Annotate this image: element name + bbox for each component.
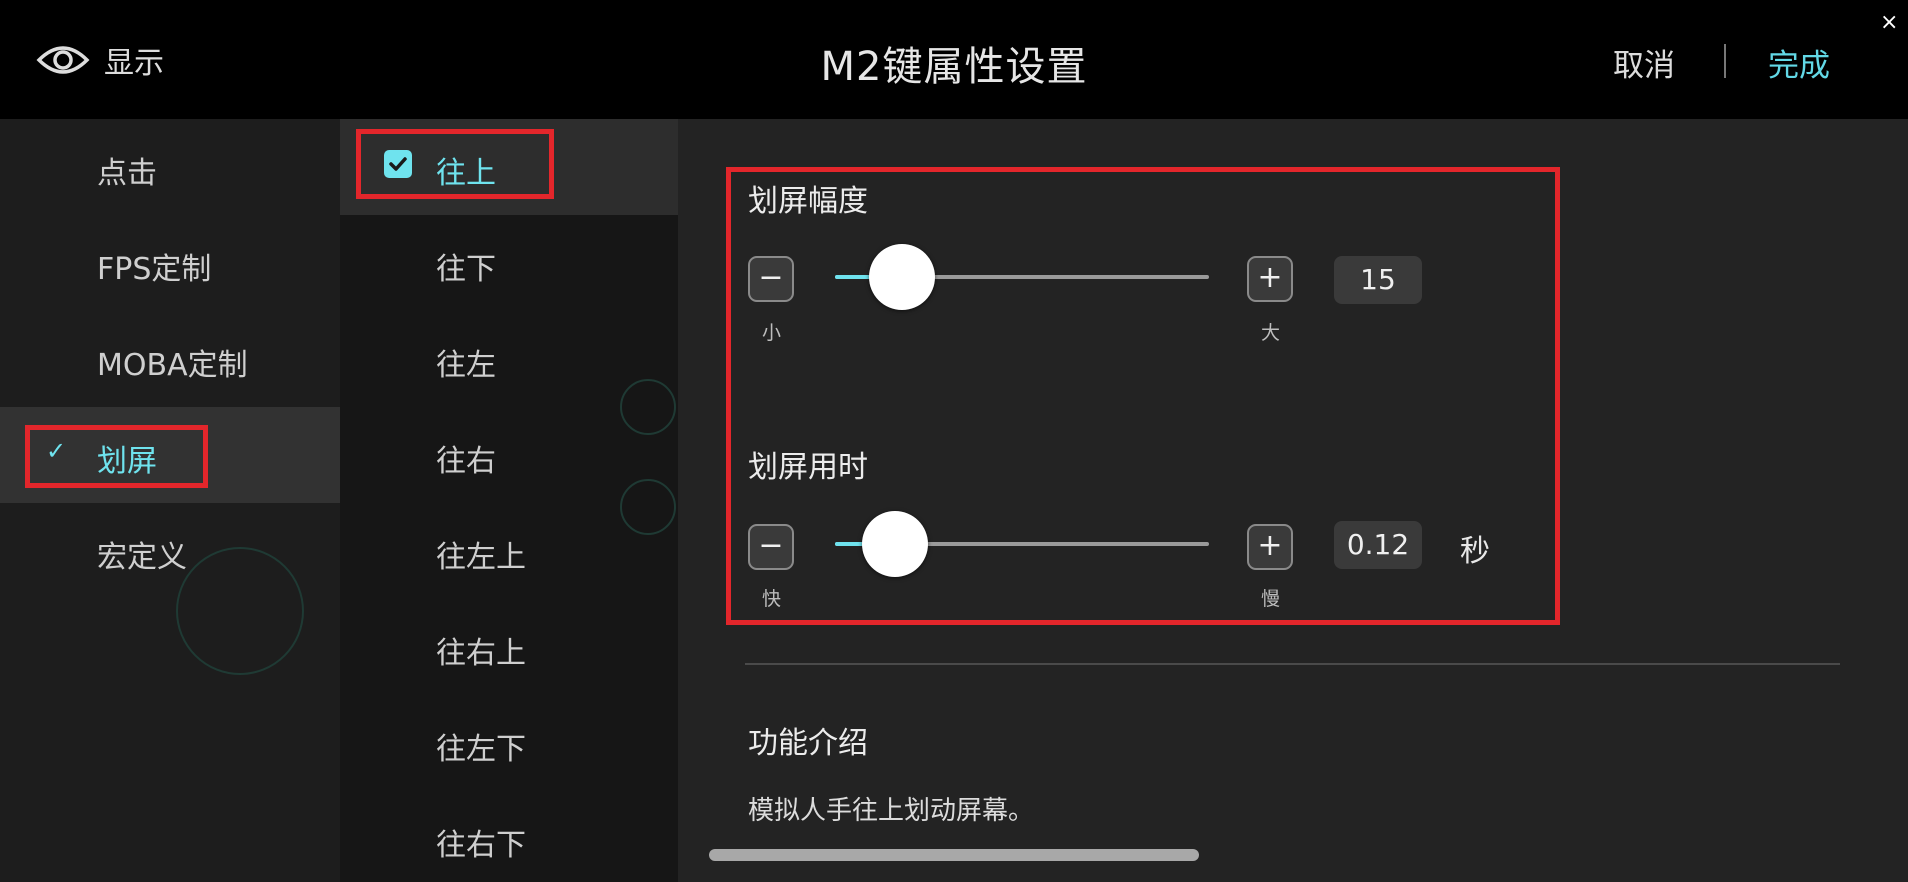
direction-item-label: 往右	[436, 444, 496, 479]
section-divider	[745, 663, 1840, 665]
feature-intro-description: 模拟人手往上划动屏幕。	[748, 796, 1035, 826]
direction-item-up-right[interactable]: 往右上	[340, 599, 678, 695]
done-button[interactable]: 完成	[1768, 40, 1830, 85]
horizontal-scrollbar[interactable]	[709, 849, 1199, 861]
highlight-box-settings	[726, 167, 1560, 625]
header-divider	[1724, 44, 1726, 78]
direction-item-left[interactable]: 往左	[340, 311, 678, 407]
close-icon[interactable]: ×	[1880, 12, 1898, 34]
sidebar-item-moba[interactable]: MOBA定制	[0, 311, 340, 407]
sidebar-item-label: 宏定义	[97, 540, 187, 575]
direction-item-right[interactable]: 往右	[340, 407, 678, 503]
direction-item-up-left[interactable]: 往左上	[340, 503, 678, 599]
sidebar-item-fps[interactable]: FPS定制	[0, 215, 340, 311]
direction-item-label: 往右上	[436, 636, 526, 671]
category-sidebar: 点击 FPS定制 MOBA定制 ✓ 划屏 宏定义	[0, 119, 340, 882]
direction-item-down-right[interactable]: 往右下	[340, 791, 678, 882]
direction-item-down[interactable]: 往下	[340, 215, 678, 311]
direction-item-label: 往左下	[436, 732, 526, 767]
background-joystick-ghost	[176, 547, 304, 675]
sidebar-item-click[interactable]: 点击	[0, 119, 340, 215]
sidebar-item-label: MOBA定制	[97, 348, 248, 383]
sidebar-item-label: FPS定制	[97, 252, 212, 287]
highlight-box-direction	[356, 129, 554, 199]
direction-item-label: 往左	[436, 348, 496, 383]
direction-item-label: 往下	[436, 252, 496, 287]
direction-list: 往上 往下 往左 往右 往左上 往右上 往左下 往右下	[340, 119, 678, 882]
sidebar-item-label: 点击	[97, 156, 157, 191]
cancel-button[interactable]: 取消	[1613, 40, 1675, 85]
feature-intro-title: 功能介绍	[748, 726, 868, 761]
direction-item-down-left[interactable]: 往左下	[340, 695, 678, 791]
highlight-box-sidebar	[25, 425, 208, 488]
direction-item-label: 往左上	[436, 540, 526, 575]
header-bar: 显示 M2键属性设置 取消 完成 ×	[0, 0, 1908, 119]
direction-item-label: 往右下	[436, 828, 526, 863]
